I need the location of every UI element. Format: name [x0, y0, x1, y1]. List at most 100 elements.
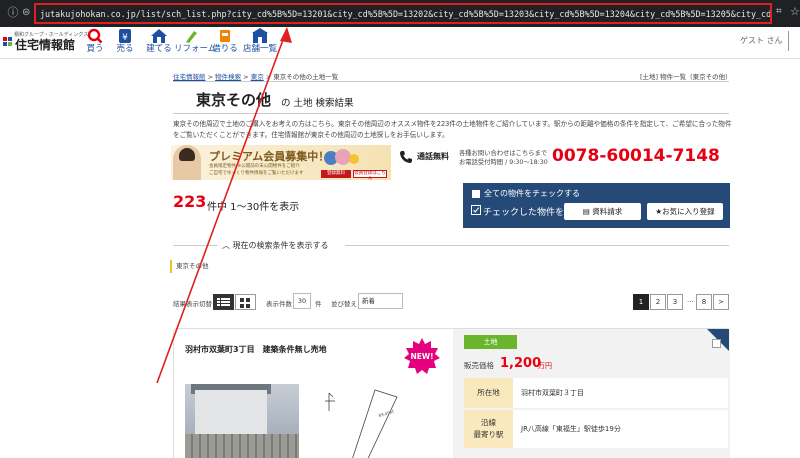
- photo-fence: [185, 434, 299, 458]
- nav-buy-label: 買う: [86, 44, 104, 54]
- new-badge-label: NEW!: [410, 352, 433, 361]
- checkmark-icon: [471, 205, 481, 215]
- property-title[interactable]: 羽村市双葉町3丁目 建築条件無し売地: [185, 344, 327, 355]
- page-1-button[interactable]: 1: [633, 294, 649, 310]
- breadcrumb-sep: >: [263, 73, 274, 81]
- photo-house: [195, 390, 267, 435]
- view-switch-label: 結果表示切替: [173, 300, 212, 308]
- nav-reform[interactable]: リフォーム: [174, 28, 217, 58]
- display-count-select[interactable]: 30: [293, 293, 311, 309]
- page-3-button[interactable]: 3: [667, 294, 683, 310]
- page-title-suffix: の 土地 検索結果: [281, 98, 354, 109]
- nav-shops-label: 店舗一覧: [243, 44, 278, 54]
- next-page-button[interactable]: >: [713, 294, 729, 310]
- shop-icon: [252, 28, 268, 43]
- show-conditions-toggle[interactable]: ︿ 現在の検索条件を表示する: [222, 240, 329, 251]
- contact-info: 各種お問い合わせはこちらまで: [459, 150, 548, 157]
- page-2-button[interactable]: 2: [650, 294, 666, 310]
- lot-plan-image[interactable]: 69.45㎡: [315, 387, 415, 458]
- condition-tag: 東京その他: [170, 260, 210, 273]
- nav-reform-label: リフォーム: [174, 44, 217, 54]
- browser-address-bar: ⓘ ⊜ jutakujohokan.co.jp/list/sch_list.ph…: [0, 0, 800, 27]
- banner-text: 会員限定物件 ※公開前の未公開物件をご紹介: [209, 164, 300, 169]
- bulk-action-panel: 全ての物件をチェックする チェックした物件を ▤ 資料請求 ★お気に入り登録: [463, 183, 730, 228]
- phone-icon: [400, 151, 412, 163]
- sort-select[interactable]: 新着: [358, 293, 403, 309]
- property-photo[interactable]: [185, 384, 299, 458]
- request-documents-label: 資料請求: [592, 207, 623, 216]
- divider: [345, 245, 729, 246]
- property-card[interactable]: 羽村市双葉町3丁目 建築条件無し売地 NEW! 69.45㎡ 土地 販売価格 1…: [173, 328, 730, 458]
- url-text: jutakujohokan.co.jp/list/sch_list.php?ci…: [40, 9, 772, 19]
- guest-user[interactable]: ゲスト さん: [740, 35, 783, 46]
- info-icon[interactable]: ⓘ: [6, 6, 20, 20]
- property-type-badge: 土地: [464, 335, 517, 349]
- grid-icon: [240, 298, 250, 308]
- svg-text:¥: ¥: [122, 33, 128, 43]
- lock-icon[interactable]: ⊜: [22, 6, 34, 20]
- checked-items-label: チェックした物件を: [483, 208, 565, 218]
- grid-view-button[interactable]: [235, 294, 256, 310]
- phone-number[interactable]: 0078-60014-7148: [552, 146, 720, 166]
- document-icon: ▤: [582, 207, 593, 216]
- bookmark-star-icon[interactable]: ☆: [790, 5, 800, 18]
- divider: [173, 81, 729, 82]
- breadcrumb-tokyo[interactable]: 東京: [251, 73, 264, 81]
- contact-hours: お電話受付時間 / 9:30～18:30: [459, 159, 548, 166]
- check-all-label[interactable]: 全ての物件をチェックする: [484, 188, 580, 199]
- list-view-button[interactable]: [213, 294, 234, 310]
- request-documents-button[interactable]: ▤ 資料請求: [564, 203, 641, 220]
- divider: [173, 245, 218, 246]
- add-favorite-button[interactable]: ★お気に入り登録: [647, 203, 723, 220]
- premium-member-banner[interactable]: プレミアム会員募集中！ 会員限定物件 ※公開前の未公開物件をご紹介 ご自宅でゆっ…: [171, 145, 391, 180]
- banner-person-image: [173, 145, 201, 180]
- key-icon: [220, 30, 230, 42]
- nav-rent[interactable]: 借りる: [208, 28, 242, 58]
- location-label: 所在地: [464, 378, 513, 408]
- divider: [173, 113, 729, 114]
- reform-icon: [186, 31, 197, 43]
- banner-free-badge: 登録無料: [321, 170, 351, 178]
- page-8-button[interactable]: 8: [696, 294, 712, 310]
- station-label: 沿線 最寄り駅: [464, 410, 513, 448]
- property-checkbox[interactable]: [712, 339, 721, 348]
- site-logo[interactable]: 住宅情報館: [15, 36, 75, 53]
- extension-icon[interactable]: ⌗: [776, 6, 782, 17]
- breadcrumb-sep: >: [241, 73, 251, 81]
- display-count-label: 表示件数: [266, 300, 292, 308]
- show-conditions-label: 現在の検索条件を表示する: [232, 241, 329, 250]
- breadcrumb: 住宅情報館 > 物件検索 > 東京 > 東京その他の土地一覧: [173, 71, 338, 81]
- check-all-checkbox[interactable]: [472, 190, 480, 198]
- pagination-ellipsis: ...: [687, 296, 694, 304]
- breadcrumb-home[interactable]: 住宅情報館: [173, 73, 206, 81]
- result-range: 件中 1～30件を表示: [207, 202, 300, 213]
- page-description: 東京その他周辺で土地のご購入をお考えの方はこちら。東京その他周辺のオススメ物件を…: [173, 120, 732, 139]
- banner-register-button[interactable]: 会員登録はこちら: [353, 170, 387, 180]
- price-label: 販売価格: [464, 361, 494, 370]
- banner-text: ご自宅でゆっくり物件情報をご覧いただけます: [209, 171, 304, 176]
- new-badge: NEW!: [404, 338, 440, 374]
- breadcrumb-current: 東京その他の土地一覧: [273, 73, 339, 81]
- price-unit: 万円: [538, 362, 552, 370]
- site-header: 積和グループ・ホールディングス 住宅情報館 買う ¥ 売る 建てる リフォーム …: [0, 27, 800, 59]
- location-value: 羽村市双葉町３丁目: [513, 378, 728, 408]
- nav-sell-label: 売る: [116, 44, 134, 54]
- banner-title: プレミアム会員募集中！: [209, 150, 330, 163]
- nav-sell[interactable]: ¥ 売る: [108, 28, 142, 58]
- list-icon: [217, 298, 230, 306]
- breadcrumb-search[interactable]: 物件検索: [215, 73, 241, 81]
- display-count-unit: 件: [315, 300, 322, 308]
- nav-buy[interactable]: 買う: [78, 28, 112, 58]
- breadcrumb-sep: >: [205, 73, 216, 81]
- nav-build[interactable]: 建てる: [142, 28, 176, 58]
- nav-shops[interactable]: 店舗一覧: [243, 28, 277, 58]
- url-field[interactable]: jutakujohokan.co.jp/list/sch_list.php?ci…: [34, 3, 772, 24]
- nav-build-label: 建てる: [146, 44, 172, 54]
- page-category: [土地] 物件一覧（東京その他）: [640, 73, 732, 81]
- logo-mark-icon: [3, 37, 12, 46]
- price-value: 1,200: [500, 356, 542, 371]
- add-favorite-label: お気に入り登録: [662, 207, 715, 216]
- station-label-nearest: 最寄り駅: [473, 430, 504, 439]
- result-count: 223: [173, 192, 207, 211]
- sort-label: 並び替え: [331, 300, 357, 308]
